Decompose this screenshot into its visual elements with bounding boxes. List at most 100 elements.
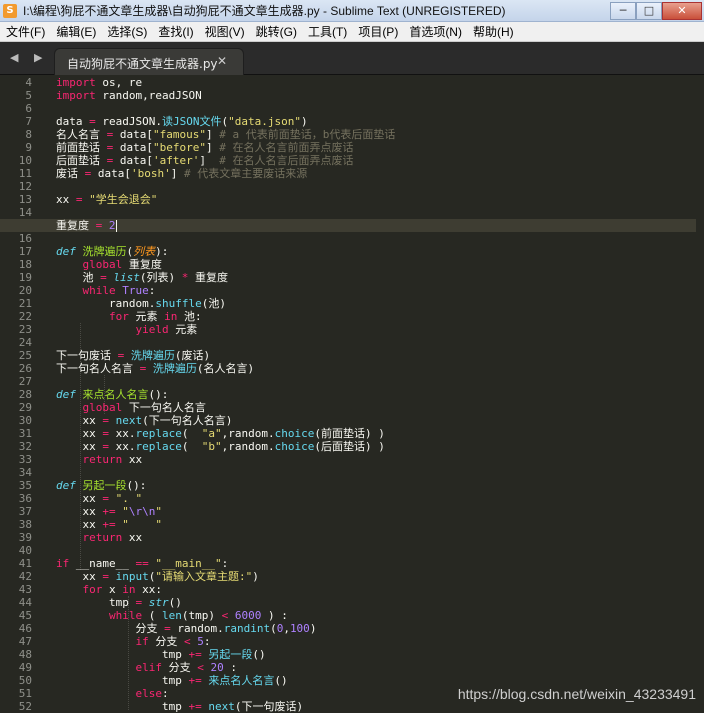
- menu-file[interactable]: 文件(F): [0, 23, 50, 40]
- line-number: 13: [18, 193, 32, 206]
- line-number: 4: [25, 76, 32, 89]
- close-window-button[interactable]: ✕: [662, 1, 702, 20]
- maximize-button[interactable]: □: [636, 1, 662, 20]
- line-number: 46: [18, 622, 32, 635]
- code-line: 下一句废话 = 洗牌遍历(废话): [56, 349, 211, 362]
- code-line: return xx: [82, 453, 143, 466]
- code-area[interactable]: import os, re import random,readJSON dat…: [0, 76, 696, 713]
- menu-view[interactable]: 视图(V): [199, 23, 250, 40]
- code-line: xx = xx.replace( "b",random.choice(后面垫话)…: [56, 440, 385, 453]
- line-number: 9: [25, 141, 32, 154]
- tab-file[interactable]: 自动狗屁不通文章生成器.py ✕: [54, 48, 244, 75]
- menu-project[interactable]: 项目(P): [352, 23, 403, 40]
- code-line: if __name__ == "__main__":: [56, 557, 229, 570]
- code-line: 下一句名人名言 = 洗牌遍历(名人名言): [56, 362, 255, 375]
- code-line: def 另起一段():: [56, 479, 147, 492]
- line-number: 27: [18, 375, 32, 388]
- line-number: 43: [18, 583, 32, 596]
- code-line: xx += " ": [56, 518, 162, 531]
- menu-find[interactable]: 查找(I): [152, 23, 198, 40]
- line-number: 17: [18, 245, 32, 258]
- line-number: 19: [18, 271, 32, 284]
- code-line: 废话 = data['bosh'] # 代表文章主要废话来源: [56, 167, 308, 180]
- line-number: 21: [18, 297, 32, 310]
- line-number: 45: [18, 609, 32, 622]
- line-number: 16: [18, 232, 32, 245]
- line-number: 33: [18, 453, 32, 466]
- menu-tools[interactable]: 工具(T): [302, 23, 352, 40]
- code-line: 名人名言 = data["famous"] # a 代表前面垫话，b代表后面垫话: [56, 128, 396, 141]
- line-number: 18: [18, 258, 32, 271]
- line-number: 49: [18, 661, 32, 674]
- code-line: xx = xx.replace( "a",random.choice(前面垫话)…: [56, 427, 385, 440]
- line-number: 32: [18, 440, 32, 453]
- code-line: def 洗牌遍历(列表):: [56, 245, 169, 258]
- menu-preferences[interactable]: 首选项(N): [403, 23, 467, 40]
- menu-bar: 文件(F) 编辑(E) 选择(S) 查找(I) 视图(V) 跳转(G) 工具(T…: [0, 22, 704, 42]
- line-number: 6: [25, 102, 32, 115]
- line-number: 40: [18, 544, 32, 557]
- line-number: 30: [18, 414, 32, 427]
- code-line: if 分支 < 5:: [135, 635, 211, 648]
- line-number: 29: [18, 401, 32, 414]
- line-number: 34: [18, 466, 32, 479]
- code-line: 池 = list(列表) * 重复度: [56, 271, 228, 284]
- line-number: 20: [18, 284, 32, 297]
- line-number: 41: [18, 557, 32, 570]
- tab-bar: ◀ ▶ 自动狗屁不通文章生成器.py ✕: [0, 42, 704, 75]
- line-number: 36: [18, 492, 32, 505]
- line-number: 28: [18, 388, 32, 401]
- tab-close-icon[interactable]: ✕: [217, 54, 227, 68]
- line-number: 39: [18, 531, 32, 544]
- line-number: 22: [18, 310, 32, 323]
- line-number: 10: [18, 154, 32, 167]
- code-line: 前面垫话 = data["before"] # 在名人名言前面弄点废话: [56, 141, 354, 154]
- line-number: 24: [18, 336, 32, 349]
- code-line: tmp += 另起一段(): [56, 648, 266, 661]
- code-line: import os, re: [56, 76, 143, 89]
- text-caret: [115, 220, 117, 232]
- code-line: while True:: [82, 284, 156, 297]
- menu-help[interactable]: 帮助(H): [467, 23, 519, 40]
- code-line: tmp = str(): [56, 596, 182, 609]
- code-line: random.shuffle(池): [56, 297, 226, 310]
- line-number: 50: [18, 674, 32, 687]
- tab-nav-arrows-icon[interactable]: ◀ ▶: [10, 51, 48, 64]
- code-line: elif 分支 < 20 :: [135, 661, 237, 674]
- menu-goto[interactable]: 跳转(G): [250, 23, 302, 40]
- code-line: 后面垫话 = data['after'] # 在名人名言后面弄点废话: [56, 154, 354, 167]
- line-number-gutter: 4567891011121314151617181920212223242526…: [0, 76, 40, 713]
- code-line: def 来点名人名言():: [56, 388, 169, 401]
- line-number: 25: [18, 349, 32, 362]
- tab-label: 自动狗屁不通文章生成器.py: [67, 57, 218, 71]
- line-number: 37: [18, 505, 32, 518]
- code-line: global 重复度: [82, 258, 162, 271]
- menu-selection[interactable]: 选择(S): [101, 23, 152, 40]
- code-editor[interactable]: 4567891011121314151617181920212223242526…: [0, 76, 704, 713]
- code-line-current: 重复度 = 2: [0, 219, 696, 232]
- sublime-logo-icon: S: [3, 3, 17, 18]
- menu-edit[interactable]: 编辑(E): [50, 23, 101, 40]
- code-line: import random,readJSON: [56, 89, 202, 102]
- line-number: 11: [18, 167, 32, 180]
- line-number: 23: [18, 323, 32, 336]
- code-line: xx = "学生会退会": [56, 193, 158, 206]
- line-number: 26: [18, 362, 32, 375]
- code-line: xx += "\r\n": [56, 505, 162, 518]
- watermark: https://blog.csdn.net/weixin_43233491: [457, 686, 696, 702]
- code-line: xx = next(下一句名人名言): [56, 414, 233, 427]
- minimize-button[interactable]: ─: [610, 1, 636, 20]
- line-number: 42: [18, 570, 32, 583]
- code-line: global 下一句名人名言: [82, 401, 206, 414]
- line-number: 48: [18, 648, 32, 661]
- code-line: data = readJSON.读JSON文件("data.json"): [56, 115, 308, 128]
- line-number: 7: [25, 115, 32, 128]
